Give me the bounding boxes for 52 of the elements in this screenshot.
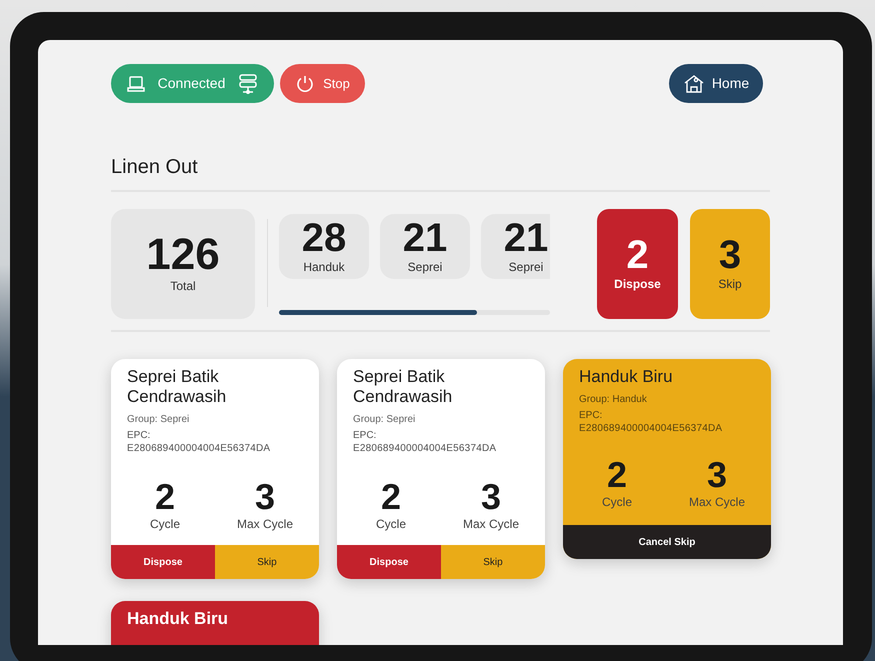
group-label: Seprei [408,258,442,276]
cycle-count: 2 [606,457,628,493]
skip-button[interactable]: Skip [215,545,319,579]
max-cycle-count: 3 [706,457,728,493]
epc-label: EPC: [127,430,152,442]
item-group: Group: Seprei [353,412,529,427]
epc-code: E280689400004004E56374DA [127,442,272,455]
skip-button[interactable]: Skip [441,545,545,579]
group-count-card[interactable]: 28 Handuk [279,214,369,279]
power-icon [295,74,316,94]
dispose-count: 2 [626,235,649,275]
total-label: Total [170,278,196,295]
group-count-card[interactable]: 21 Seprei [380,214,470,279]
max-cycle-count: 3 [254,479,276,515]
group-count: 21 [402,218,448,258]
page-title: Linen Out [111,155,199,179]
max-cycle-count: 3 [480,479,502,515]
epc-code: E280689400004004E56374DA [353,442,498,455]
laptop-icon [126,74,146,94]
group-count: 21 [504,218,548,258]
item-name: Seprei Batik Cendrawasih [353,367,454,407]
stop-button[interactable]: Stop [280,64,365,103]
item-name: Seprei Batik Cendrawasih [127,367,228,407]
group-label: Seprei [508,258,544,276]
dispose-label: Dispose [614,276,661,293]
dispose-button[interactable]: Dispose [337,545,441,579]
epc-label: EPC: [353,430,378,442]
group-count-card[interactable]: 21 Seprei [481,214,550,279]
total-count: 126 [146,233,220,277]
skip-label: Skip [718,276,742,293]
item-name: Handuk Biru [127,609,230,629]
group-label: Handuk [303,258,345,276]
item-group: Group: Handuk [579,392,755,407]
cycle-count: 2 [154,479,176,515]
cycle-label: Cycle [376,516,406,533]
max-cycle-label: Max Cycle [462,516,519,533]
cycle-count: 2 [380,479,402,515]
house-icon [682,72,705,94]
cancel-skip-button[interactable]: Cancel Skip [563,525,771,559]
max-cycle-label: Max Cycle [236,516,293,533]
cycle-label: Cycle [150,516,180,533]
skip-count: 3 [718,235,742,275]
home-button[interactable]: Home [669,64,763,103]
network-server-icon [237,72,260,94]
max-cycle-label: Max Cycle [688,494,745,511]
dispose-button[interactable]: Dispose [111,545,215,579]
group-count: 28 [302,218,346,258]
epc-code: E280689400004004E56374DA [579,422,724,435]
item-group: Group: Seprei [127,412,303,427]
epc-label: EPC: [579,410,604,422]
cycle-label: Cycle [602,494,632,511]
item-name: Handuk Biru [579,367,674,387]
